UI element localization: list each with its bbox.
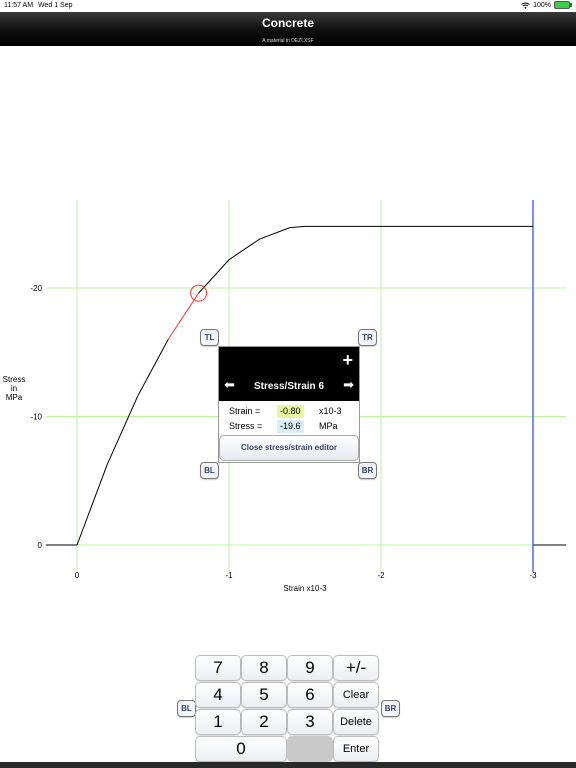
x-tick-labels: 0 -1 -2 -3	[75, 571, 537, 580]
curve-segment	[289, 225, 306, 229]
x-tick-label: -1	[225, 571, 233, 580]
key-6[interactable]: 6	[287, 682, 333, 708]
curve-segment	[228, 238, 260, 261]
key-5[interactable]: 5	[241, 682, 287, 708]
key-4[interactable]: 4	[195, 682, 241, 708]
bl-button[interactable]: BL	[200, 462, 219, 479]
key-8[interactable]: 8	[241, 655, 287, 681]
key-enter[interactable]: Enter	[333, 736, 379, 762]
y-axis-label-line2: in	[11, 384, 17, 393]
strain-row: Strain = -0.80 x10-3	[219, 405, 359, 419]
x-tick-label: 0	[75, 571, 80, 580]
key-plus-minus[interactable]: +/-	[333, 655, 379, 681]
key-9[interactable]: 9	[287, 655, 333, 681]
stress-unit: MPa	[319, 421, 338, 431]
key-2[interactable]: 2	[241, 709, 287, 735]
curve-segment	[259, 227, 290, 240]
stress-row: Stress = -19.6 MPa	[219, 420, 359, 434]
key-7[interactable]: 7	[195, 655, 241, 681]
keypad-bl-button[interactable]: BL	[177, 700, 196, 717]
key-0[interactable]: 0	[195, 736, 287, 762]
strain-value-field[interactable]: -0.80	[277, 405, 304, 418]
editor-title: Stress/Strain 6	[253, 381, 325, 392]
x-tick-label: -2	[377, 571, 385, 580]
y-axis-label-line1: Stress	[3, 375, 26, 384]
curve-segment	[76, 463, 108, 546]
y-axis-label-line3: MPa	[6, 393, 23, 402]
stress-strain-editor: + ⬅ Stress/Strain 6 ➡ Strain = -0.80 x10…	[218, 346, 360, 463]
x-axis-label: Strain x10-3	[283, 584, 327, 593]
y-tick-labels: -20 -10 0	[30, 284, 42, 550]
keypad-br-button[interactable]: BR	[381, 700, 400, 717]
key-blank	[287, 736, 333, 762]
y-tick-label: -10	[30, 413, 42, 422]
key-delete[interactable]: Delete	[333, 709, 379, 735]
strain-label: Strain =	[229, 406, 261, 416]
tr-button[interactable]: TR	[358, 329, 377, 346]
x-tick-label: -3	[529, 571, 537, 580]
close-editor-button[interactable]: Close stress/strain editor	[219, 435, 359, 461]
numeric-keypad: 7 8 9 +/- 4 5 6 Clear 1 2 3 Delete 0 Ent…	[195, 655, 381, 762]
curve-segment	[106, 395, 139, 465]
curve-segment	[137, 339, 169, 397]
y-tick-label: -20	[30, 284, 42, 293]
strain-unit: x10-3	[319, 406, 342, 416]
bottom-bar	[0, 762, 576, 768]
tl-button[interactable]: TL	[200, 329, 219, 346]
editor-header: + ⬅ Stress/Strain 6 ➡	[219, 347, 359, 401]
br-button[interactable]: BR	[358, 462, 377, 479]
key-3[interactable]: 3	[287, 709, 333, 735]
key-clear[interactable]: Clear	[333, 682, 379, 708]
next-arrow-icon[interactable]: ➡	[343, 377, 354, 393]
stress-value-field[interactable]: -19.6	[277, 420, 304, 433]
stress-label: Stress =	[229, 421, 263, 431]
y-tick-label: 0	[38, 541, 43, 550]
key-1[interactable]: 1	[195, 709, 241, 735]
add-point-button[interactable]: +	[342, 350, 353, 371]
